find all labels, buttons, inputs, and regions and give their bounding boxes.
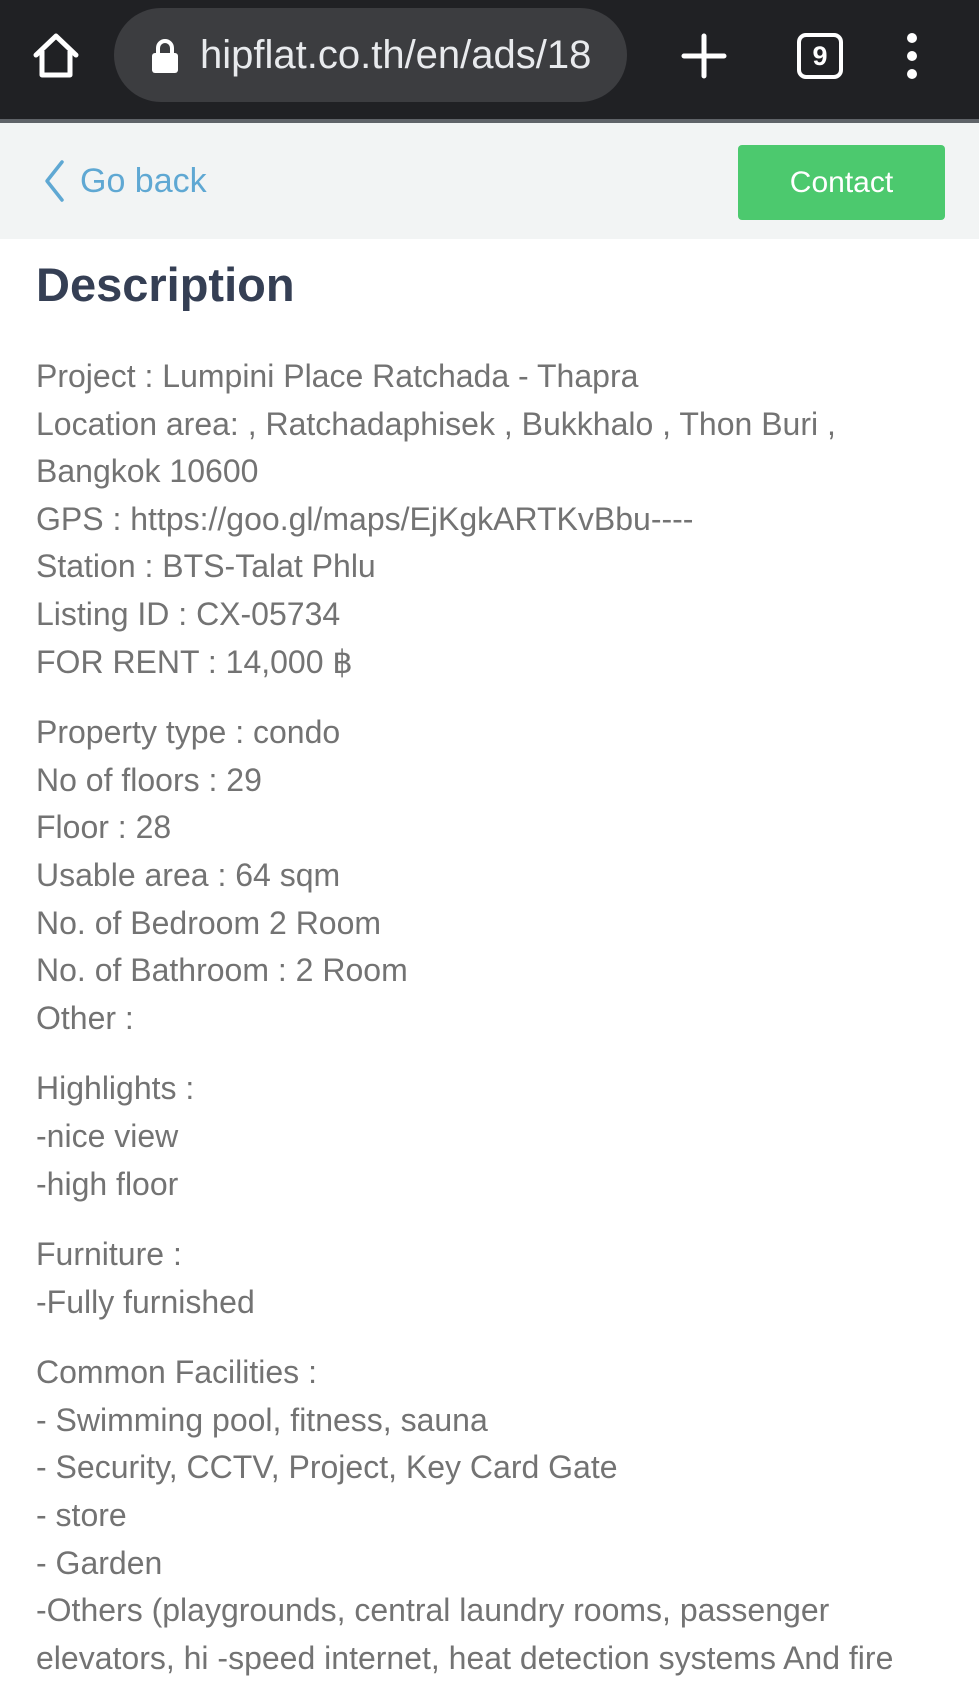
tab-switcher-button[interactable]: 9 [797, 33, 843, 79]
description-line: No. of Bathroom : 2 Room [36, 952, 408, 989]
description-line: Bangkok 10600 [36, 453, 259, 490]
description-line: Property type : condo [36, 714, 341, 751]
description-line: - Security, CCTV, Project, Key Card Gate [36, 1449, 618, 1486]
kebab-menu-icon[interactable] [900, 32, 924, 80]
chevron-left-icon [45, 160, 64, 202]
description-paragraph: Highlights : -nice view -high floor [36, 1065, 956, 1208]
description-paragraph: Furniture : -Fully furnished [36, 1231, 956, 1326]
description-body: Project : Lumpini Place Ratchada - Thapr… [36, 353, 956, 1682]
description-line: -Others (playgrounds, central laundry ro… [36, 1592, 830, 1629]
description-line: -Fully furnished [36, 1283, 255, 1320]
go-back-label: Go back [80, 161, 207, 200]
description-paragraph: Common Facilities : - Swimming pool, fitn… [36, 1349, 956, 1682]
description-line: No of floors : 29 [36, 761, 262, 798]
description-line: elevators, hi -speed internet, heat dete… [36, 1639, 894, 1676]
description-line: -high floor [36, 1165, 179, 1202]
description-line: - Swimming pool, fitness, sauna [36, 1401, 488, 1438]
description-line: - store [36, 1497, 127, 1534]
description-line: Other : [36, 999, 134, 1036]
go-back-link[interactable]: Go back [42, 153, 207, 209]
browser-toolbar: hipflat.co.th/en/ads/18 9 [0, 0, 979, 121]
url-text: hipflat.co.th/en/ads/18 [200, 33, 592, 77]
home-icon[interactable] [30, 30, 82, 82]
description-line: No. of Bedroom 2 Room [36, 904, 382, 941]
page-header: Go back Contact [0, 123, 979, 239]
description-line: FOR RENT : 14,000 ฿ [36, 643, 353, 680]
description-line: Common Facilities : [36, 1354, 317, 1391]
description-line: Furniture : [36, 1236, 182, 1273]
plus-icon[interactable] [678, 30, 730, 82]
address-bar[interactable]: hipflat.co.th/en/ads/18 [114, 8, 627, 102]
contact-button[interactable]: Contact [738, 145, 945, 220]
description-line: Location area: , Ratchadaphisek , Bukkha… [36, 405, 836, 442]
description-line: Project : Lumpini Place Ratchada - Thapr… [36, 358, 639, 394]
description-paragraph: Project : Lumpini Place Ratchada - Thapr… [36, 353, 956, 686]
lock-icon [152, 39, 178, 73]
description-line: Usable area : 64 sqm [36, 856, 341, 893]
description-line: Floor : 28 [36, 809, 172, 846]
description-section: Description Project : Lumpini Place Ratc… [36, 239, 956, 1705]
description-line: Highlights : [36, 1070, 195, 1107]
description-line: -nice view [36, 1117, 179, 1154]
description-line: Listing ID : CX-05734 [36, 595, 341, 632]
description-title: Description [36, 258, 295, 311]
description-paragraph: Property type : condo No of floors : 29 Fl… [36, 709, 956, 1042]
description-line: Station : BTS-Talat Phlu [36, 548, 376, 585]
description-line: - Garden [36, 1544, 163, 1581]
description-line: GPS : https://goo.gl/maps/EjKgkARTKvBbu-… [36, 500, 694, 537]
